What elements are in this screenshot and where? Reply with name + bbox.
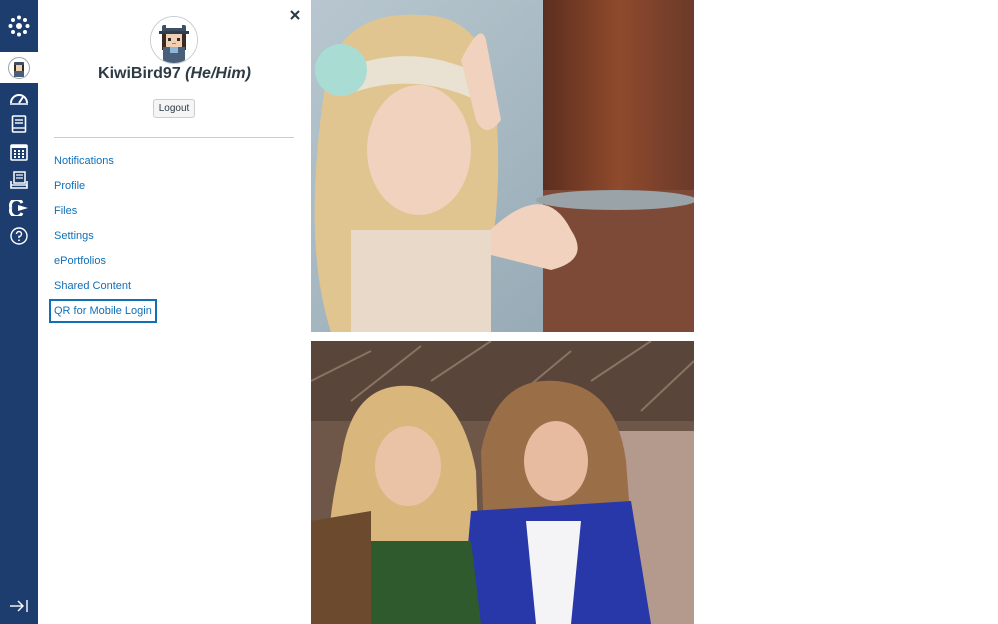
canvas-logo-icon[interactable] (0, 0, 38, 52)
photo-bottom (311, 341, 694, 624)
user-display-name: KiwiBird97 (He/Him) (38, 64, 311, 84)
tray-divider (54, 137, 294, 138)
shared-content-link[interactable]: Shared Content (54, 277, 131, 295)
profile-link[interactable]: Profile (54, 177, 85, 195)
nav-help[interactable] (0, 222, 38, 250)
list-item: Profile (54, 176, 154, 201)
notifications-link[interactable]: Notifications (54, 152, 114, 170)
global-nav (0, 0, 38, 624)
account-tray: KiwiBird97 (He/Him) Logout Notifications… (38, 0, 311, 624)
settings-link[interactable]: Settings (54, 227, 94, 245)
collapse-nav-icon (10, 600, 28, 612)
logout-button[interactable]: Logout (153, 99, 195, 118)
list-item: Files (54, 201, 154, 226)
list-item: Shared Content (54, 276, 154, 301)
commons-icon (9, 200, 28, 216)
qr-mobile-login-link[interactable]: QR for Mobile Login (49, 299, 157, 323)
help-icon (10, 227, 28, 245)
list-item: Notifications (54, 151, 154, 176)
close-icon (290, 10, 300, 20)
nav-commons[interactable] (0, 194, 38, 222)
avatar-icon (8, 56, 30, 79)
nav-inbox[interactable] (0, 166, 38, 194)
nav-calendar[interactable] (0, 138, 38, 166)
calendar-icon (10, 144, 28, 161)
photo-top (311, 0, 694, 332)
files-link[interactable]: Files (54, 202, 77, 220)
eportfolios-link[interactable]: ePortfolios (54, 252, 106, 270)
collapse-nav-button[interactable] (0, 588, 38, 624)
list-item: QR for Mobile Login (49, 299, 157, 326)
courses-icon (11, 115, 27, 133)
nav-dashboard[interactable] (0, 84, 38, 112)
list-item: Settings (54, 226, 154, 251)
nav-courses[interactable] (0, 110, 38, 138)
app-root: KiwiBird97 (He/Him) Logout Notifications… (0, 0, 998, 624)
user-pronouns: (He/Him) (185, 65, 251, 82)
user-name: KiwiBird97 (98, 65, 181, 82)
account-links: Notifications Profile Files Settings ePo… (49, 151, 157, 326)
dashboard-icon (10, 94, 28, 105)
list-item: ePortfolios (54, 251, 154, 276)
avatar (150, 16, 198, 64)
account-nav-item[interactable] (0, 52, 38, 83)
close-tray-button[interactable] (287, 6, 303, 24)
inbox-icon (10, 171, 28, 189)
